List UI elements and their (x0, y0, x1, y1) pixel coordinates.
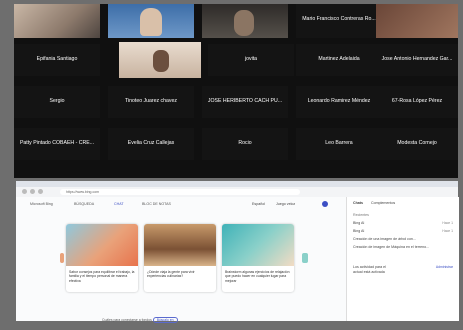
participant-video[interactable] (376, 4, 458, 38)
participant-tile[interactable]: Epifania Santiago (14, 44, 100, 76)
back-icon[interactable] (22, 189, 27, 194)
participant-tile[interactable]: Martinez Adelaida (296, 44, 382, 76)
participant-tile[interactable]: Mario Francisco Contreras Ro... (296, 4, 382, 38)
participant-tile[interactable]: Sergio (14, 86, 100, 118)
participant-name: Modesta Cornejo (397, 140, 437, 146)
participant-tile[interactable]: 67-Rosa López Pérez (376, 86, 458, 118)
chat-sidebar: Chats Complementos Recientes Bing AI Hac… (346, 197, 459, 321)
sidebar-section-label: Recientes (353, 213, 369, 217)
tab-chat[interactable]: CHAT (114, 202, 124, 206)
language-chip[interactable]: Español (252, 202, 265, 206)
participant-video[interactable] (119, 42, 201, 78)
video-call-window: Mario Francisco Contreras Ro... Epifania… (14, 4, 458, 178)
participant-name: Sergio (49, 98, 65, 104)
photo-of-screen: Mario Francisco Contreras Ro... Epifania… (0, 0, 463, 330)
participant-tile[interactable]: JOSE HERIBERTO CACH PU... (202, 86, 288, 118)
participant-name: Patty Pintado COBAEH - CRE... (19, 140, 95, 146)
carousel-next-icon[interactable] (302, 253, 308, 263)
suggestion-card[interactable]: Sabor consejos para equilibrar el trabaj… (66, 224, 138, 292)
participant-name: Martinez Adelaida (318, 56, 360, 62)
browser-window: https://www.bing.com Microsoft Bing BÚSQ… (16, 181, 459, 323)
tab-bloc-de-notas[interactable]: BLOC DE NOTAS (142, 202, 171, 206)
participant-name: Rocio (238, 140, 252, 146)
forward-icon[interactable] (30, 189, 35, 194)
manage-link[interactable]: Administrar (436, 265, 453, 269)
card-image (222, 224, 294, 266)
recent-chat-item[interactable]: Creación de imagen de Máquina en el terr… (353, 245, 429, 249)
address-bar-row: https://www.bing.com (16, 187, 458, 197)
participant-tile[interactable]: Rocio (202, 128, 288, 160)
participant-name: 67-Rosa López Pérez (391, 98, 443, 104)
recent-chat-item[interactable]: Bing AI (353, 229, 364, 233)
ask-button[interactable]: Búscalo en (152, 317, 178, 323)
participant-video[interactable] (14, 4, 100, 38)
participant-video[interactable] (202, 4, 288, 38)
participant-tile[interactable]: Leo Barrera (296, 128, 382, 160)
card-caption: ¿Dónde viaja la gente para vivir experie… (147, 270, 195, 279)
tab-complementos[interactable]: Complementos (371, 201, 395, 205)
url-input[interactable]: https://www.bing.com (60, 189, 300, 195)
card-image (66, 224, 138, 266)
activity-notice-sub: actual está activada (353, 270, 385, 274)
participant-tile[interactable]: Tinoteo Juarez chavez (108, 86, 194, 118)
participant-video[interactable] (108, 4, 194, 38)
card-image (144, 224, 216, 266)
activity-notice: Los actividad para el (353, 265, 386, 269)
ask-text: Cuáles para conectarse a fondos (102, 318, 152, 322)
participant-tile[interactable]: Leonardo Ramirez Méndez (296, 86, 382, 118)
bing-page: Microsoft Bing BÚSQUEDA CHAT BLOC DE NOT… (16, 197, 346, 323)
ask-row: Cuáles para conectarse a fondos Búscalo … (102, 317, 178, 323)
recent-chat-time: Hace 1 (442, 221, 453, 225)
participant-tile[interactable]: Evelia Cruz Callejas (108, 128, 194, 160)
mode-chip[interactable]: Juego veloz (276, 202, 295, 206)
card-caption: Sabor consejos para equilibrar el trabaj… (69, 270, 135, 283)
carousel-prev-icon[interactable] (60, 253, 64, 263)
bing-chat-icon[interactable] (322, 201, 328, 207)
tab-busqueda[interactable]: BÚSQUEDA (74, 202, 94, 206)
participant-tile[interactable]: Patty Pintado COBAEH - CRE... (14, 128, 100, 160)
suggestion-card[interactable]: Brainstorm algunas ejercicios de relajac… (222, 224, 294, 292)
participant-name: jovita (244, 56, 258, 62)
participant-tile[interactable]: Modesta Cornejo (376, 128, 458, 160)
participant-name: Leo Barrera (325, 140, 353, 146)
participant-tile[interactable]: jovita (208, 44, 294, 76)
participant-name: JOSE HERIBERTO CACH PU... (207, 98, 283, 104)
refresh-icon[interactable] (38, 189, 43, 194)
participant-name: Epifania Santiago (36, 56, 78, 62)
recent-chat-item[interactable]: Creación de una imagen de árbol con... (353, 237, 416, 241)
participant-name: Tinoteo Juarez chavez (125, 98, 177, 104)
card-caption: Brainstorm algunas ejercicios de relajac… (225, 270, 290, 283)
recent-chat-time: Hace 1 (442, 229, 453, 233)
participant-name: Jose Antonio Hernandez Gar... (381, 56, 453, 62)
recent-chat-item[interactable]: Bing AI (353, 221, 364, 225)
bing-logo[interactable]: Microsoft Bing (30, 202, 53, 206)
participant-name: Evelia Cruz Callejas (127, 140, 175, 146)
participant-name: Mario Francisco Contreras Ro... (302, 16, 376, 22)
suggestion-card[interactable]: ¿Dónde viaja la gente para vivir experie… (144, 224, 216, 292)
tab-chats[interactable]: Chats (353, 201, 363, 205)
participant-tile[interactable]: Jose Antonio Hernandez Gar... (376, 44, 458, 76)
participant-name: Leonardo Ramirez Méndez (307, 98, 371, 104)
